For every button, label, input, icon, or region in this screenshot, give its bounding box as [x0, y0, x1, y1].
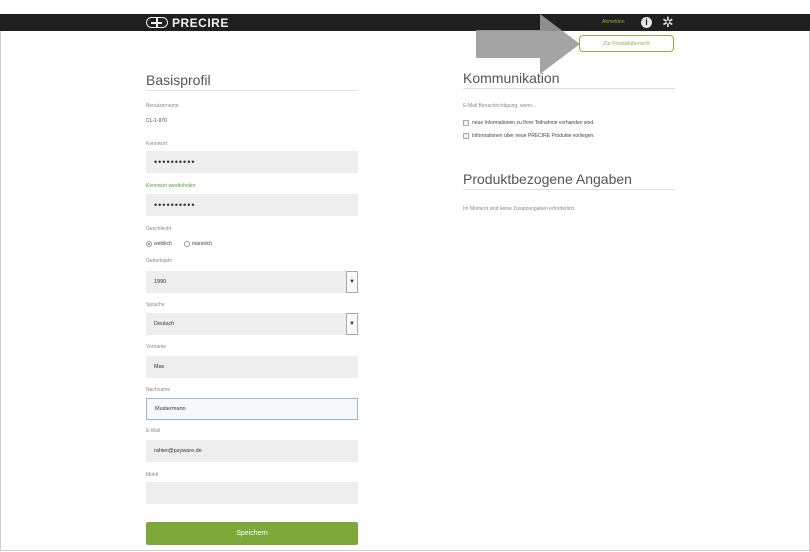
birthyear-value: 1990	[154, 279, 167, 285]
email-field[interactable]: rahier@psyware.de	[146, 440, 358, 462]
chevron-down-icon[interactable]: ▼	[346, 313, 358, 335]
language-select[interactable]: Deutsch ▼	[146, 313, 358, 335]
birthyear-select[interactable]: 1990 ▼	[146, 271, 358, 293]
gender-radio-male[interactable]: männlich	[184, 241, 212, 247]
divider	[146, 90, 358, 91]
gear-icon[interactable]: ✲	[662, 14, 674, 31]
language-value: Deutsch	[154, 321, 175, 327]
password-repeat-field[interactable]: ••••••••••	[146, 194, 358, 216]
checkbox-icon[interactable]	[463, 120, 469, 126]
notify-option-participation[interactable]: neue Informationen zu Ihrer Teilnahme vo…	[463, 120, 595, 126]
gender-radio-female[interactable]: weiblich	[146, 241, 172, 247]
notify-option-products-label: Informationen über neue PRECIRE Produkte…	[472, 133, 595, 139]
chevron-down-icon[interactable]: ▼	[346, 271, 358, 293]
checkbox-icon[interactable]	[463, 133, 469, 139]
birthyear-label: Geburtsjahr	[146, 258, 173, 264]
notify-option-participation-label: neue Informationen zu Ihrer Teilnahme vo…	[472, 120, 595, 126]
gender-label: Geschlecht	[146, 226, 172, 232]
username-label: Benutzername	[146, 103, 179, 109]
lastname-label: Nachname	[146, 387, 171, 393]
gender-male-label: männlich	[192, 241, 213, 247]
firstname-field[interactable]: Max	[146, 356, 358, 378]
logout-link[interactable]: Abmelden	[602, 14, 625, 31]
language-label: Sprache	[146, 302, 165, 308]
basisprofil-title: Basisprofil	[146, 72, 211, 88]
password-field[interactable]: ••••••••••	[146, 151, 358, 173]
firstname-label: Vorname	[146, 344, 167, 350]
kommunikation-title: Kommunikation	[463, 70, 560, 86]
header-bar	[0, 14, 810, 31]
arrow-annotation-icon	[476, 14, 580, 74]
gender-female-label: weiblich	[154, 241, 172, 247]
window-frame	[0, 0, 810, 551]
logo-icon	[146, 17, 168, 28]
logo-text: PRECIRE	[172, 15, 229, 30]
username-value: CL-1-970	[146, 118, 167, 124]
product-overview-button[interactable]: Zur Produktübersicht	[579, 35, 674, 52]
notify-option-products[interactable]: Informationen über neue PRECIRE Produkte…	[463, 133, 595, 139]
mobile-label: Mobil	[146, 472, 158, 478]
save-button[interactable]: Speichern	[146, 522, 358, 545]
radio-unchecked-icon	[184, 241, 190, 247]
email-label: E-Mail	[146, 428, 161, 434]
password-label: Kennwort	[146, 141, 168, 147]
precire-logo[interactable]: PRECIRE	[146, 14, 229, 31]
divider	[463, 88, 675, 89]
top-strip	[0, 0, 810, 14]
divider	[463, 189, 675, 190]
info-icon[interactable]: i	[641, 17, 652, 28]
lastname-field[interactable]: Mustermann	[146, 398, 358, 420]
produkt-text: Im Moment sind keine Zusatzangaben erfor…	[463, 206, 576, 212]
mobile-field[interactable]	[146, 482, 358, 504]
radio-checked-icon	[146, 241, 152, 247]
produkt-title: Produktbezogene Angaben	[463, 171, 632, 187]
password-repeat-label: Kennwort wiederholen	[146, 183, 196, 189]
email-notify-label: E-Mail Benachrichtigung, wenn...	[463, 103, 537, 109]
